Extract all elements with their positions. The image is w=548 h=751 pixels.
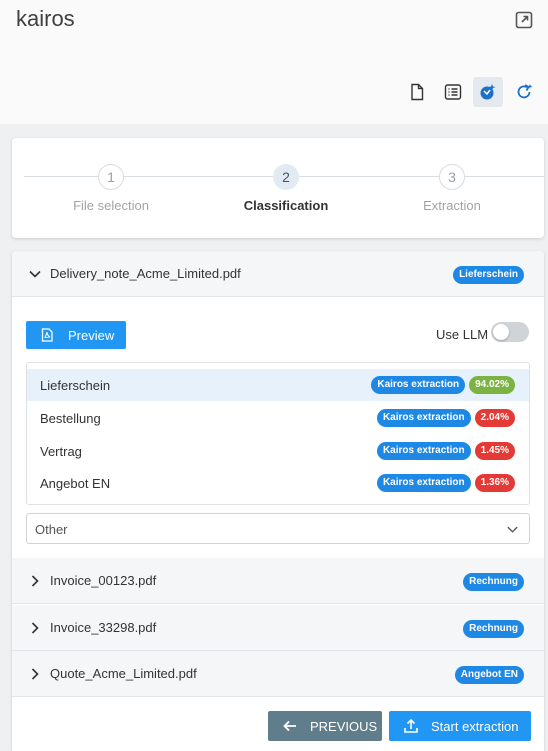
other-select-value: Other	[35, 522, 68, 537]
extraction-badge: Kairos extraction	[371, 376, 466, 394]
extraction-badge: Kairos extraction	[376, 442, 471, 460]
class-badge: Angebot EN	[454, 666, 524, 684]
previous-button[interactable]: PREVIOUS	[268, 711, 382, 741]
use-llm-label: Use LLM	[436, 327, 489, 342]
step-2-number[interactable]: 2	[273, 164, 299, 190]
file-name: Invoice_00123.pdf	[50, 573, 157, 588]
classify-icon[interactable]	[473, 77, 503, 107]
app-header: kairos	[0, 0, 548, 124]
confidence-badge: 1.45%	[474, 442, 515, 460]
class-row-lieferschein[interactable]: Lieferschein Kairos extraction 94.02%	[27, 369, 529, 401]
class-name: Vertrag	[40, 444, 82, 459]
file-header-invoice-00123[interactable]: Invoice_00123.pdf Rechnung	[12, 558, 544, 604]
class-name: Lieferschein	[40, 378, 111, 393]
chevron-right-icon	[31, 575, 39, 587]
class-badge: Lieferschein	[453, 266, 524, 284]
confidence-badge: 94.02%	[469, 376, 515, 394]
extraction-badge: Kairos extraction	[376, 474, 471, 492]
file-list: Delivery_note_Acme_Limited.pdf Liefersch…	[12, 251, 544, 751]
file-header-delivery-note[interactable]: Delivery_note_Acme_Limited.pdf Liefersch…	[12, 251, 544, 297]
class-badge: Rechnung	[463, 573, 524, 591]
stepper: 1 2 3 File selection Classification Extr…	[12, 138, 544, 238]
step-3-label: Extraction	[423, 198, 481, 213]
start-extraction-button[interactable]: Start extraction	[389, 711, 531, 741]
arrow-left-icon	[283, 720, 296, 732]
class-row-vertrag[interactable]: Vertrag Kairos extraction 1.45%	[27, 435, 529, 467]
use-llm-toggle[interactable]	[491, 322, 529, 342]
start-extraction-label: Start extraction	[431, 718, 519, 734]
step-3-number[interactable]: 3	[439, 164, 465, 190]
class-row-bestellung[interactable]: Bestellung Kairos extraction 2.04%	[27, 402, 529, 434]
chevron-right-icon	[31, 622, 39, 634]
file-name: Delivery_note_Acme_Limited.pdf	[50, 266, 241, 281]
step-connector	[299, 176, 439, 177]
file-name: Quote_Acme_Limited.pdf	[50, 666, 197, 681]
file-header-quote-acme[interactable]: Quote_Acme_Limited.pdf Angebot EN	[12, 651, 544, 697]
chevron-down-icon	[507, 526, 518, 533]
chevron-right-icon	[31, 668, 39, 680]
preview-button[interactable]: Preview	[26, 321, 126, 349]
step-connector	[465, 176, 544, 177]
preview-label: Preview	[68, 327, 115, 343]
upload-icon	[404, 718, 418, 733]
step-connector	[124, 176, 273, 177]
open-external-icon[interactable]	[514, 10, 534, 30]
refresh-icon[interactable]	[509, 77, 539, 107]
extraction-badge: Kairos extraction	[376, 409, 471, 427]
file-detail: Preview Use LLM Lieferschein Kairos extr…	[12, 297, 544, 558]
class-row-angebot-en[interactable]: Angebot EN Kairos extraction 1.36%	[27, 467, 529, 499]
step-2-label: Classification	[243, 198, 329, 213]
chevron-down-icon	[29, 270, 41, 278]
file-name: Invoice_33298.pdf	[50, 620, 157, 635]
app-title: kairos	[16, 6, 75, 31]
confidence-badge: 2.04%	[474, 409, 515, 427]
step-1-label: File selection	[73, 198, 149, 213]
pdf-file-icon	[41, 328, 53, 342]
previous-label: PREVIOUS	[310, 718, 378, 734]
list-icon[interactable]	[438, 77, 468, 107]
toggle-knob	[493, 324, 509, 340]
other-class-select[interactable]: Other	[26, 513, 530, 544]
class-name: Bestellung	[40, 411, 101, 426]
file-header-invoice-33298[interactable]: Invoice_33298.pdf Rechnung	[12, 605, 544, 651]
classification-list: Lieferschein Kairos extraction 94.02% Be…	[26, 362, 530, 505]
class-badge: Rechnung	[463, 620, 524, 638]
confidence-badge: 1.36%	[474, 474, 515, 492]
step-1-number[interactable]: 1	[98, 164, 124, 190]
class-name: Angebot EN	[40, 476, 111, 491]
document-icon[interactable]	[402, 77, 432, 107]
